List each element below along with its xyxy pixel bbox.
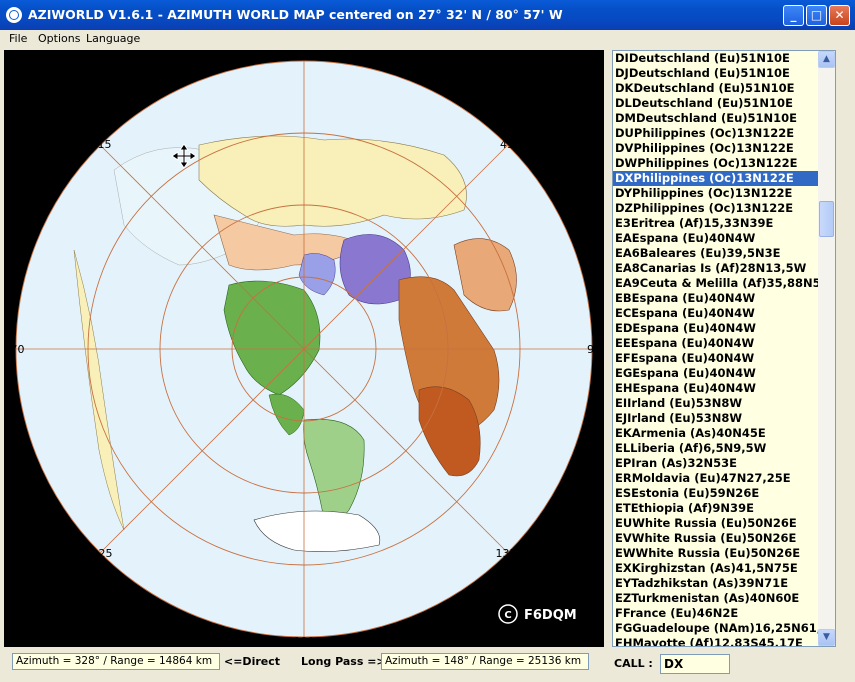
list-item[interactable]: DYPhilippines (Oc)13N122E <box>613 186 835 201</box>
list-item[interactable]: EA8Canarias Is (Af)28N13,5W <box>613 261 835 276</box>
list-item[interactable]: EYTadzhikstan (As)39N71E <box>613 576 835 591</box>
list-item[interactable]: DMDeutschland (Eu)51N10E <box>613 111 835 126</box>
prefix-list-items: DIDeutschland (Eu)51N10E DJDeutschland (E… <box>613 51 835 646</box>
long-pass-label: Long Pass => <box>301 655 386 668</box>
list-item[interactable]: EA6Baleares (Eu)39,5N3E <box>613 246 835 261</box>
list-item[interactable]: EBEspana (Eu)40N4W <box>613 291 835 306</box>
list-item[interactable]: ESEstonia (Eu)59N26E <box>613 486 835 501</box>
window-title: AZIWORLD V1.6.1 - AZIMUTH WORLD MAP cent… <box>28 7 563 22</box>
maximize-button[interactable]: □ <box>806 5 827 26</box>
azimuth-label-315: 315 <box>91 138 112 151</box>
list-item[interactable]: EDEspana (Eu)40N4W <box>613 321 835 336</box>
list-scrollbar[interactable]: ▲ ▼ <box>818 51 835 646</box>
list-item[interactable]: DKDeutschland (Eu)51N10E <box>613 81 835 96</box>
azimuth-label-90: 90 <box>587 343 601 356</box>
direct-path-field: Azimuth = 328° / Range = 14864 km <box>12 653 220 670</box>
minimize-button[interactable]: _ <box>783 5 804 26</box>
list-item[interactable]: DLDeutschland (Eu)51N10E <box>613 96 835 111</box>
copyright-symbol: C <box>504 610 511 621</box>
list-item[interactable]: EWWhite Russia (Eu)50N26E <box>613 546 835 561</box>
list-item[interactable]: EIIrland (Eu)53N8W <box>613 396 835 411</box>
menu-language[interactable]: Language <box>86 32 140 45</box>
list-item[interactable]: DWPhilippines (Oc)13N122E <box>613 156 835 171</box>
list-item[interactable]: EKArmenia (As)40N45E <box>613 426 835 441</box>
list-item[interactable]: EFEspana (Eu)40N4W <box>613 351 835 366</box>
list-item[interactable]: EZTurkmenistan (As)40N60E <box>613 591 835 606</box>
long-pass-field: Azimuth = 148° / Range = 25136 km <box>381 653 589 670</box>
list-item[interactable]: FFrance (Eu)46N2E <box>613 606 835 621</box>
azimuth-label-135: 135 <box>496 547 517 560</box>
direct-label: <=Direct <box>224 655 280 668</box>
scroll-down-button[interactable]: ▼ <box>818 629 835 646</box>
list-item[interactable]: EVWhite Russia (Eu)50N26E <box>613 531 835 546</box>
azimuth-label-0: 0 <box>301 50 308 63</box>
list-item[interactable]: EHEspana (Eu)40N4W <box>613 381 835 396</box>
list-item[interactable]: EAEspana (Eu)40N4W <box>613 231 835 246</box>
list-item[interactable]: ERMoldavia (Eu)47N27,25E <box>613 471 835 486</box>
status-bar: Azimuth = 328° / Range = 14864 km <=Dire… <box>0 648 855 682</box>
list-item[interactable]: EPIran (As)32N53E <box>613 456 835 471</box>
menu-bar: File Options Language <box>0 30 855 48</box>
azimuth-label-180: 180 <box>294 635 315 647</box>
list-item[interactable]: EUWhite Russia (Eu)50N26E <box>613 516 835 531</box>
list-item[interactable]: EXKirghizstan (As)41,5N75E <box>613 561 835 576</box>
call-label: CALL : <box>614 657 653 670</box>
close-button[interactable]: ✕ <box>829 5 850 26</box>
list-item[interactable]: ELLiberia (Af)6,5N9,5W <box>613 441 835 456</box>
app-icon[interactable] <box>6 7 22 23</box>
list-item[interactable]: DIDeutschland (Eu)51N10E <box>613 51 835 66</box>
map-canvas: 0 45 90 135 180 225 270 315 C F6DQM <box>4 50 604 647</box>
list-item[interactable]: FGGuadeloupe (NAm)16,25N61,58W <box>613 621 835 636</box>
call-input[interactable] <box>660 654 730 674</box>
list-item[interactable]: ETEthiopia (Af)9N39E <box>613 501 835 516</box>
azimuth-label-225: 225 <box>92 547 113 560</box>
list-item[interactable]: EGEspana (Eu)40N4W <box>613 366 835 381</box>
title-bar[interactable]: AZIWORLD V1.6.1 - AZIMUTH WORLD MAP cent… <box>0 0 855 30</box>
list-item[interactable]: DUPhilippines (Oc)13N122E <box>613 126 835 141</box>
callsign-label: F6DQM <box>524 608 577 623</box>
list-item[interactable]: EA9Ceuta & Melilla (Af)35,88N5,32W <box>613 276 835 291</box>
prefix-listbox[interactable]: DIDeutschland (Eu)51N10E DJDeutschland (E… <box>612 50 836 647</box>
menu-options[interactable]: Options <box>38 32 80 45</box>
list-item[interactable]: ECEspana (Eu)40N4W <box>613 306 835 321</box>
list-item[interactable]: EJIrland (Eu)53N8W <box>613 411 835 426</box>
list-item[interactable]: DZPhilippines (Oc)13N122E <box>613 201 835 216</box>
azimuth-label-45: 45 <box>500 138 514 151</box>
azimuth-map[interactable]: 0 45 90 135 180 225 270 315 C F6DQM <box>4 50 604 647</box>
list-item[interactable]: EEEspana (Eu)40N4W <box>613 336 835 351</box>
list-item[interactable]: DVPhilippines (Oc)13N122E <box>613 141 835 156</box>
list-item[interactable]: E3Eritrea (Af)15,33N39E <box>613 216 835 231</box>
list-item[interactable]: DJDeutschland (Eu)51N10E <box>613 66 835 81</box>
menu-file[interactable]: File <box>9 32 27 45</box>
scroll-thumb[interactable] <box>819 201 834 237</box>
list-item[interactable]: DXPhilippines (Oc)13N122E <box>613 171 835 186</box>
azimuth-label-270: 270 <box>4 343 25 356</box>
scroll-up-button[interactable]: ▲ <box>818 51 835 68</box>
list-item[interactable]: FHMayotte (Af)12.83S45.17E <box>613 636 835 646</box>
